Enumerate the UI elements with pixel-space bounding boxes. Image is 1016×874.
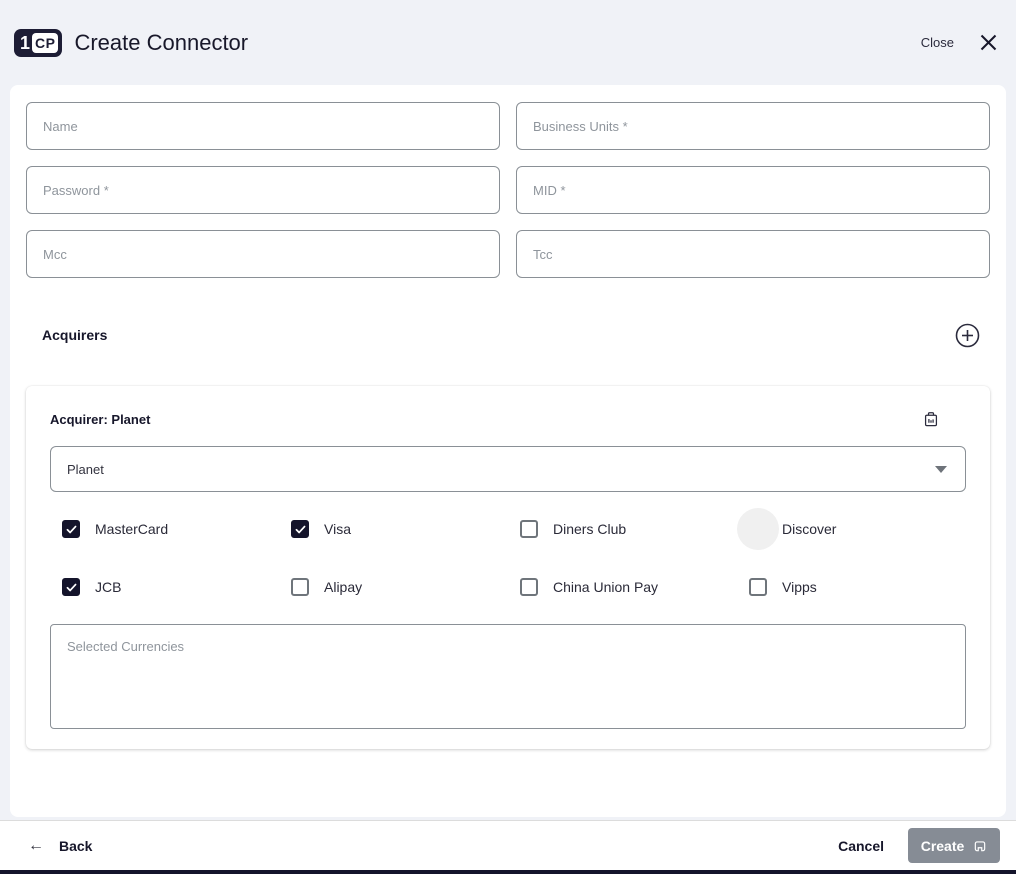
dialog-header: 1 CP Create Connector Close bbox=[0, 0, 1016, 85]
checkbox-icon[interactable] bbox=[749, 578, 767, 596]
mcc-input[interactable] bbox=[26, 230, 500, 278]
checkbox-alipay[interactable]: Alipay bbox=[279, 568, 508, 606]
checkbox-visa[interactable]: Visa bbox=[279, 510, 508, 548]
logo-cp-text: CP bbox=[32, 32, 59, 53]
checkbox-label: MasterCard bbox=[95, 521, 169, 537]
logo-one-text: 1 bbox=[20, 32, 31, 53]
checkbox-icon[interactable] bbox=[291, 578, 309, 596]
checkbox-label: Visa bbox=[324, 521, 351, 537]
checkbox-label: China Union Pay bbox=[553, 579, 659, 595]
acquirer-card: Acquirer: Planet Planet MasterCard Visa … bbox=[26, 386, 990, 749]
password-input[interactable] bbox=[26, 166, 500, 214]
checkbox-icon[interactable] bbox=[749, 520, 767, 538]
create-button-label: Create bbox=[920, 837, 965, 854]
dialog-footer: ← Back Cancel Create bbox=[0, 820, 1016, 870]
checkbox-label: Vipps bbox=[782, 579, 817, 595]
close-button-label[interactable]: Close bbox=[921, 35, 954, 50]
mid-input[interactable] bbox=[516, 166, 990, 214]
checkbox-diners-club[interactable]: Diners Club bbox=[508, 510, 737, 548]
delete-acquirer-button[interactable] bbox=[920, 408, 942, 430]
back-button-label: Back bbox=[59, 837, 93, 854]
checkbox-vipps[interactable]: Vipps bbox=[737, 568, 966, 606]
acquirer-select-value: Planet bbox=[67, 461, 104, 477]
back-arrow-icon: ← bbox=[28, 836, 44, 854]
checkbox-label: Discover bbox=[782, 521, 837, 537]
checkbox-discover[interactable]: Discover bbox=[737, 510, 966, 548]
checkbox-label: Diners Club bbox=[553, 521, 627, 537]
back-button[interactable]: ← Back bbox=[28, 836, 93, 854]
checkbox-label: JCB bbox=[95, 579, 122, 595]
create-connector-form-panel: Acquirers Acquirer: Planet bbox=[10, 85, 1006, 817]
acquirers-heading: Acquirers bbox=[42, 327, 108, 343]
close-icon[interactable] bbox=[978, 33, 998, 53]
acquirer-card-title: Acquirer: Planet bbox=[50, 411, 151, 427]
create-button[interactable]: Create bbox=[908, 828, 1000, 863]
chevron-down-icon bbox=[935, 465, 947, 473]
checkbox-label: Alipay bbox=[324, 579, 363, 595]
checkbox-jcb[interactable]: JCB bbox=[50, 568, 279, 606]
bottom-strip bbox=[0, 870, 1016, 874]
payment-methods-grid: MasterCard Visa Diners Club Discover JCB… bbox=[50, 510, 966, 606]
acquirers-section-header: Acquirers bbox=[26, 322, 990, 348]
checkbox-icon[interactable] bbox=[520, 520, 538, 538]
checkbox-icon[interactable] bbox=[520, 578, 538, 596]
tcc-input[interactable] bbox=[516, 230, 990, 278]
name-input[interactable] bbox=[26, 102, 500, 150]
page-title: Create Connector bbox=[74, 29, 249, 55]
checkbox-mastercard[interactable]: MasterCard bbox=[50, 510, 279, 548]
save-icon bbox=[975, 840, 986, 851]
business-units-input[interactable] bbox=[516, 102, 990, 150]
checkbox-icon[interactable] bbox=[62, 578, 80, 596]
checkbox-china-union-pay[interactable]: China Union Pay bbox=[508, 568, 737, 606]
trash-icon bbox=[924, 412, 938, 427]
cancel-button[interactable]: Cancel bbox=[838, 838, 884, 854]
plus-circle-icon bbox=[955, 323, 979, 347]
acquirer-card-header: Acquirer: Planet bbox=[50, 408, 966, 430]
checkbox-icon[interactable] bbox=[291, 520, 309, 538]
connector-fields-grid bbox=[26, 102, 990, 278]
checkbox-icon[interactable] bbox=[62, 520, 80, 538]
add-acquirer-button[interactable] bbox=[954, 322, 980, 348]
app-logo: 1 CP bbox=[14, 28, 63, 57]
acquirer-select[interactable]: Planet bbox=[50, 446, 966, 492]
selected-currencies-textarea[interactable] bbox=[50, 624, 966, 729]
